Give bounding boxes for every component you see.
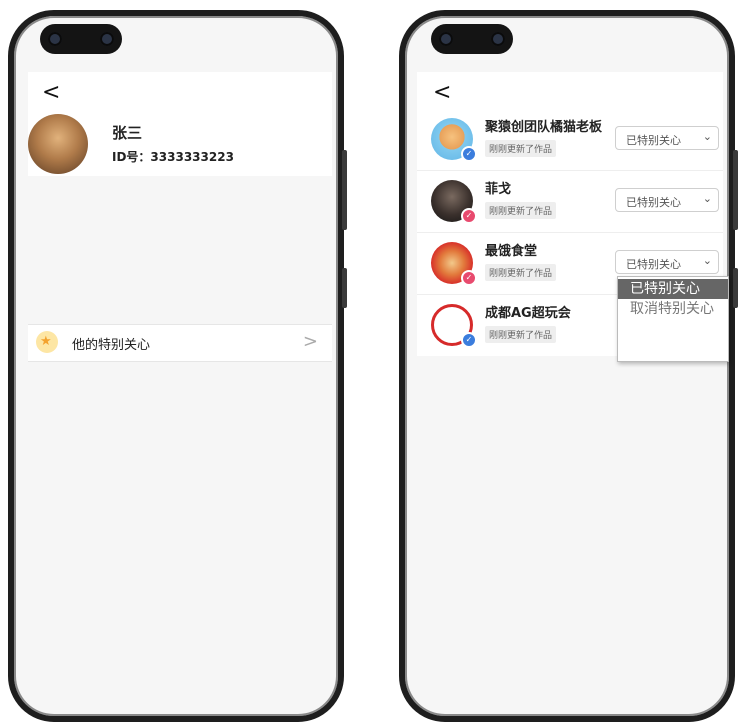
verified-badge-icon: ✓ bbox=[461, 208, 477, 224]
back-icon[interactable]: < bbox=[433, 82, 451, 104]
phone-right: < ✓ 聚猿创团队橘猫老板 刚刚更新了作品 已特别关心 ⌄ ✓ 菲戈 刚刚更新了… bbox=[399, 10, 735, 722]
phone-side-button bbox=[342, 268, 347, 308]
item-tag: 刚刚更新了作品 bbox=[485, 264, 557, 281]
item-name: 菲戈 bbox=[485, 182, 512, 197]
phone-side-button bbox=[733, 150, 738, 230]
chevron-down-icon: ⌄ bbox=[702, 254, 712, 267]
list-item: ✓ 菲戈 刚刚更新了作品 已特别关心 ⌄ bbox=[417, 172, 723, 233]
item-name: 聚猿创团队橘猫老板 bbox=[485, 120, 603, 135]
avatar bbox=[28, 114, 88, 174]
chevron-down-icon: ⌄ bbox=[702, 130, 712, 143]
item-name: 成都AG超玩会 bbox=[485, 306, 571, 321]
back-icon[interactable]: < bbox=[42, 82, 60, 104]
phone-left: < 张三 ID号：3333333223 ★ 他的特别关心 > bbox=[8, 10, 344, 722]
item-tag: 刚刚更新了作品 bbox=[485, 326, 557, 343]
verified-badge-icon: ✓ bbox=[461, 146, 477, 162]
dropdown-option[interactable]: 取消特别关心 bbox=[618, 299, 728, 319]
profile-card: < 张三 ID号：3333333223 bbox=[28, 72, 332, 176]
verified-badge-icon: ✓ bbox=[461, 270, 477, 286]
special-care-label: 他的特别关心 bbox=[72, 338, 151, 353]
camera-notch bbox=[431, 24, 513, 54]
list-item: ✓ 聚猿创团队橘猫老板 刚刚更新了作品 已特别关心 ⌄ bbox=[417, 110, 723, 171]
item-tag: 刚刚更新了作品 bbox=[485, 202, 557, 219]
item-name: 最饿食堂 bbox=[485, 244, 538, 259]
item-tag: 刚刚更新了作品 bbox=[485, 140, 557, 157]
chevron-down-icon: ⌄ bbox=[702, 192, 712, 205]
verified-badge-icon: ✓ bbox=[461, 332, 477, 348]
phone-side-button bbox=[342, 150, 347, 230]
care-select[interactable]: 已特别关心 ⌄ bbox=[615, 250, 719, 274]
camera-lens bbox=[491, 32, 505, 46]
phone-side-button bbox=[733, 268, 738, 308]
dropdown-option[interactable]: 已特别关心 bbox=[618, 279, 728, 299]
star-icon: ★ bbox=[36, 331, 58, 353]
care-select[interactable]: 已特别关心 ⌄ bbox=[615, 188, 719, 212]
camera-notch bbox=[40, 24, 122, 54]
select-value: 已特别关心 bbox=[626, 196, 681, 209]
select-value: 已特别关心 bbox=[626, 134, 681, 147]
camera-lens bbox=[48, 32, 62, 46]
special-care-row[interactable]: ★ 他的特别关心 > bbox=[28, 324, 332, 362]
camera-lens bbox=[439, 32, 453, 46]
chevron-right-icon: > bbox=[302, 331, 318, 352]
profile-name: 张三 bbox=[112, 124, 143, 142]
select-value: 已特别关心 bbox=[626, 258, 681, 271]
camera-lens bbox=[100, 32, 114, 46]
profile-id: ID号：3333333223 bbox=[112, 150, 234, 164]
care-select[interactable]: 已特别关心 ⌄ bbox=[615, 126, 719, 150]
care-dropdown: 已特别关心 取消特别关心 bbox=[617, 276, 729, 362]
